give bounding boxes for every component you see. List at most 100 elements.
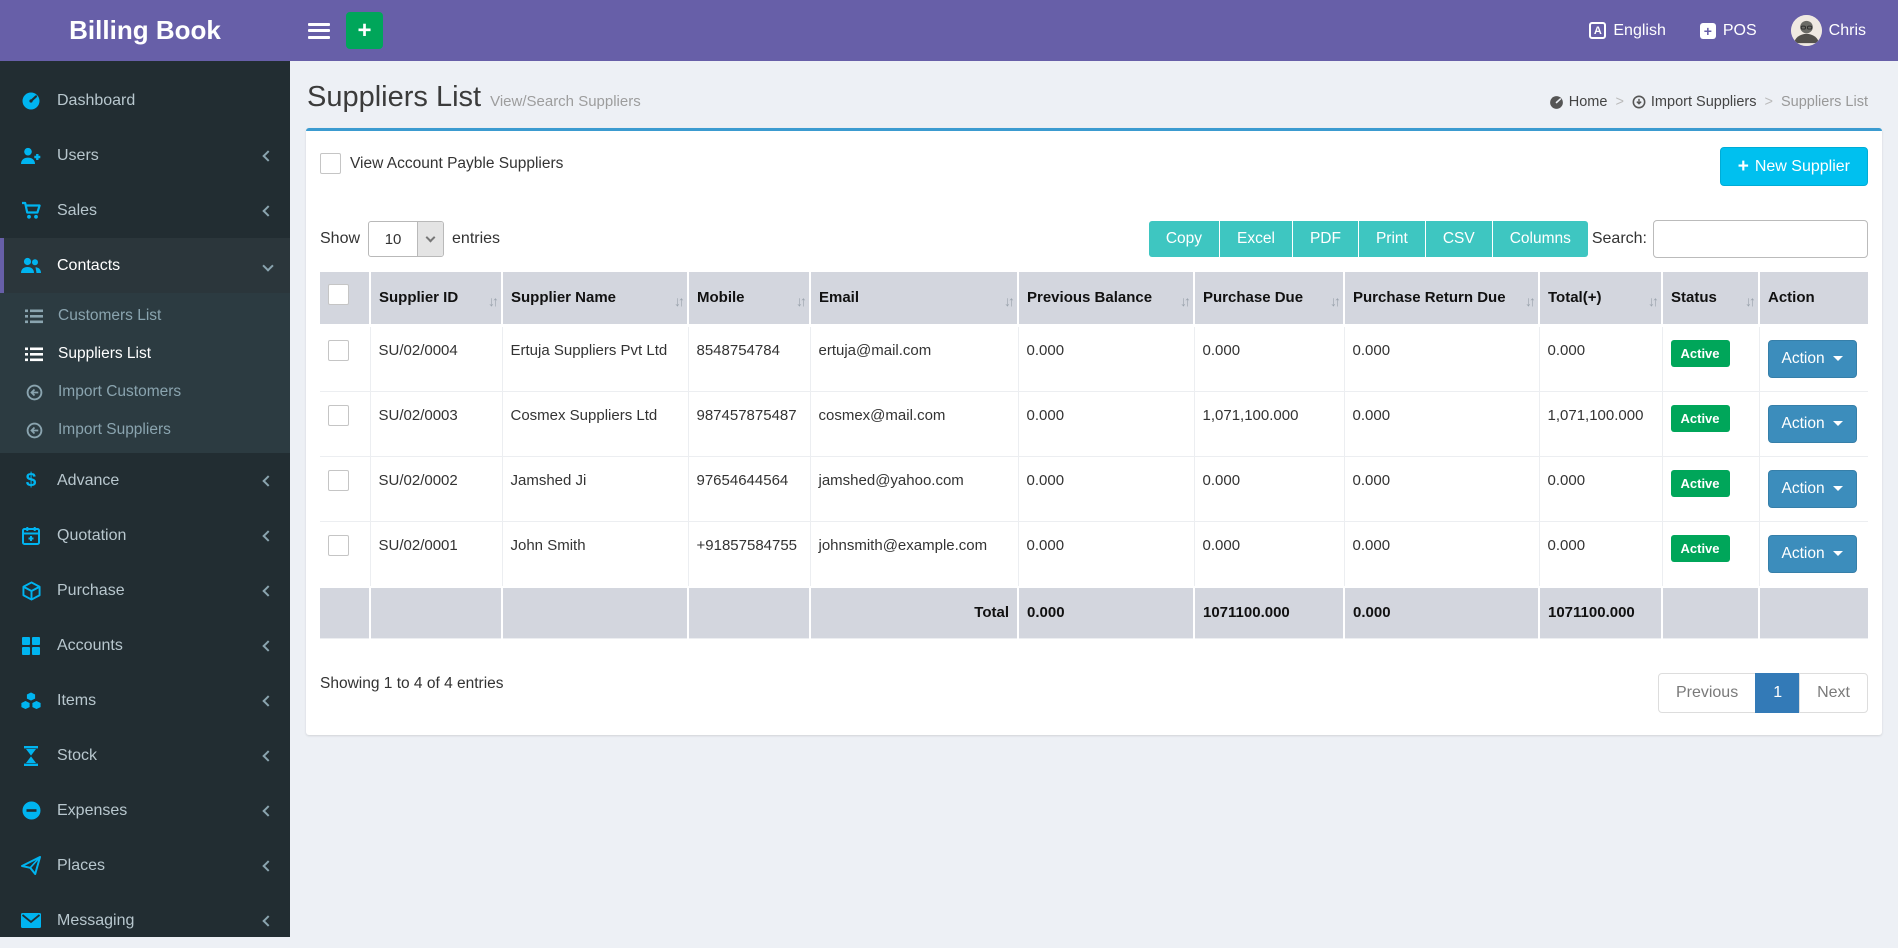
sidebar-item-dashboard[interactable]: Dashboard (0, 73, 290, 128)
previous-balance-cell: 0.000 (1018, 391, 1195, 457)
app-logo[interactable]: Billing Book (0, 0, 290, 61)
users-group-icon (18, 257, 44, 274)
sidebar-toggle-icon[interactable] (308, 22, 330, 39)
navbar-right: A English + POS Chris (1589, 0, 1898, 61)
sidebar-item-messaging[interactable]: Messaging (0, 893, 290, 948)
page-length-value: 10 (384, 230, 402, 248)
sidebar-item-users[interactable]: Users (0, 128, 290, 183)
hourglass-icon (18, 745, 44, 766)
excel-button[interactable]: Excel (1220, 221, 1293, 257)
sort-icon: ↓↑ (1330, 293, 1341, 310)
sidebar-item-label: Purchase (57, 581, 125, 599)
header-total[interactable]: Total(+) ↓↑ (1539, 272, 1663, 327)
sidebar-item-stock[interactable]: Stock (0, 728, 290, 783)
import-circle-icon (1632, 95, 1646, 109)
sidebar-item-quotation[interactable]: Quotation (0, 508, 290, 563)
submenu-item-label: Import Suppliers (58, 421, 171, 438)
chevron-left-icon (262, 749, 274, 762)
breadcrumb-import-suppliers[interactable]: Import Suppliers (1632, 94, 1756, 110)
entries-info: Showing 1 to 4 of 4 entries (320, 675, 504, 693)
caret-down-icon (1832, 551, 1843, 557)
sidebar-item-suppliers-list[interactable]: Suppliers List (0, 335, 290, 373)
action-dropdown-button[interactable]: Action (1767, 404, 1857, 443)
status-cell: Active (1662, 521, 1760, 588)
box-toolbar-top: View Account Payble Suppliers + New Supp… (320, 147, 1868, 186)
plus-icon: + (1737, 156, 1749, 177)
sidebar-item-import-customers[interactable]: Import Customers (0, 373, 290, 411)
action-dropdown-button[interactable]: Action (1767, 339, 1857, 378)
header-supplier-name[interactable]: Supplier Name ↓↑ (502, 272, 689, 327)
header-status[interactable]: Status ↓↑ (1662, 272, 1760, 327)
import-circle-icon (22, 384, 46, 401)
sidebar-item-advance[interactable]: $ Advance (0, 453, 290, 508)
pos-button[interactable]: + POS (1699, 21, 1757, 40)
sidebar-item-customers-list[interactable]: Customers List (0, 297, 290, 335)
next-page-button[interactable]: Next (1799, 673, 1868, 714)
copy-button[interactable]: Copy (1148, 221, 1221, 257)
sidebar-item-places[interactable]: Places (0, 838, 290, 893)
supplier-name-cell: Jamshed Ji (502, 456, 689, 522)
table-row: SU/02/0004 Ertuja Suppliers Pvt Ltd 8548… (320, 325, 1868, 392)
purchase-return-due-cell: 0.000 (1344, 456, 1540, 522)
breadcrumb-home[interactable]: Home (1549, 94, 1607, 110)
sidebar-item-sales[interactable]: Sales (0, 183, 290, 238)
chevron-left-icon (262, 474, 274, 487)
row-select-cell (320, 456, 371, 522)
search-input[interactable] (1653, 220, 1868, 258)
action-dropdown-button[interactable]: Action (1767, 534, 1857, 573)
paper-plane-icon (18, 856, 44, 875)
sidebar-item-label: Contacts (57, 256, 121, 274)
pdf-button[interactable]: PDF (1292, 221, 1359, 257)
sidebar-item-accounts[interactable]: Accounts (0, 618, 290, 673)
previous-page-button[interactable]: Previous (1657, 673, 1757, 714)
row-checkbox[interactable] (328, 404, 349, 426)
page-subtitle: View/Search Suppliers (490, 93, 641, 110)
row-checkbox[interactable] (328, 534, 349, 556)
quick-add-button[interactable]: + (346, 12, 383, 49)
header-mobile[interactable]: Mobile ↓↑ (688, 272, 811, 327)
sidebar-item-purchase[interactable]: Purchase (0, 563, 290, 618)
csv-button[interactable]: CSV (1425, 221, 1493, 257)
header-purchase-due[interactable]: Purchase Due ↓↑ (1194, 272, 1345, 327)
breadcrumb-separator: > (1764, 94, 1773, 110)
chevron-down-icon (425, 232, 436, 243)
columns-button[interactable]: Columns (1492, 221, 1588, 257)
dashboard-icon (18, 91, 44, 111)
status-badge: Active (1670, 534, 1730, 563)
footer-empty-cell (502, 585, 689, 640)
user-menu[interactable]: Chris (1790, 15, 1866, 46)
header-purchase-return-due[interactable]: Purchase Return Due ↓↑ (1344, 272, 1540, 327)
row-select-cell (320, 325, 371, 392)
row-checkbox[interactable] (328, 339, 349, 361)
action-dropdown-button[interactable]: Action (1767, 469, 1857, 508)
page-1-button[interactable]: 1 (1755, 673, 1801, 714)
mobile-cell: +91857584755 (688, 521, 811, 588)
row-checkbox[interactable] (328, 469, 349, 491)
select-all-checkbox[interactable] (328, 284, 349, 305)
header-email[interactable]: Email ↓↑ (810, 272, 1019, 327)
suppliers-table: Supplier ID ↓↑ Supplier Name ↓↑ Mobile ↓↑ E… (320, 272, 1868, 640)
pos-label: POS (1722, 21, 1757, 39)
payble-checkbox[interactable] (320, 153, 341, 174)
chevron-left-icon (262, 529, 274, 542)
sidebar-item-label: Users (57, 146, 99, 164)
sidebar-item-label: Places (57, 856, 106, 874)
sidebar-item-import-suppliers[interactable]: Import Suppliers (0, 411, 290, 449)
plus-square-icon: + (1699, 22, 1716, 39)
navbar-left: + (290, 0, 383, 61)
calendar-plus-icon (18, 526, 44, 545)
sidebar-item-items[interactable]: Items (0, 673, 290, 728)
language-menu[interactable]: A English (1589, 22, 1666, 40)
sidebar-menu: Dashboard Users Sales Contacts Customers… (0, 61, 290, 948)
caret-down-icon (1832, 421, 1843, 427)
page-title: Suppliers List View/Search Suppliers (307, 81, 641, 113)
header-previous-balance[interactable]: Previous Balance ↓↑ (1018, 272, 1195, 327)
new-supplier-button[interactable]: + New Supplier (1719, 147, 1868, 186)
status-cell: Active (1662, 391, 1760, 457)
header-supplier-id[interactable]: Supplier ID ↓↑ (370, 272, 503, 327)
print-button[interactable]: Print (1358, 221, 1426, 257)
page-length-select[interactable]: 10 (368, 221, 445, 257)
sidebar-item-expenses[interactable]: Expenses (0, 783, 290, 838)
app-title: Billing Book (69, 15, 221, 45)
sidebar-item-contacts[interactable]: Contacts Customers List Suppliers List I… (0, 238, 290, 453)
